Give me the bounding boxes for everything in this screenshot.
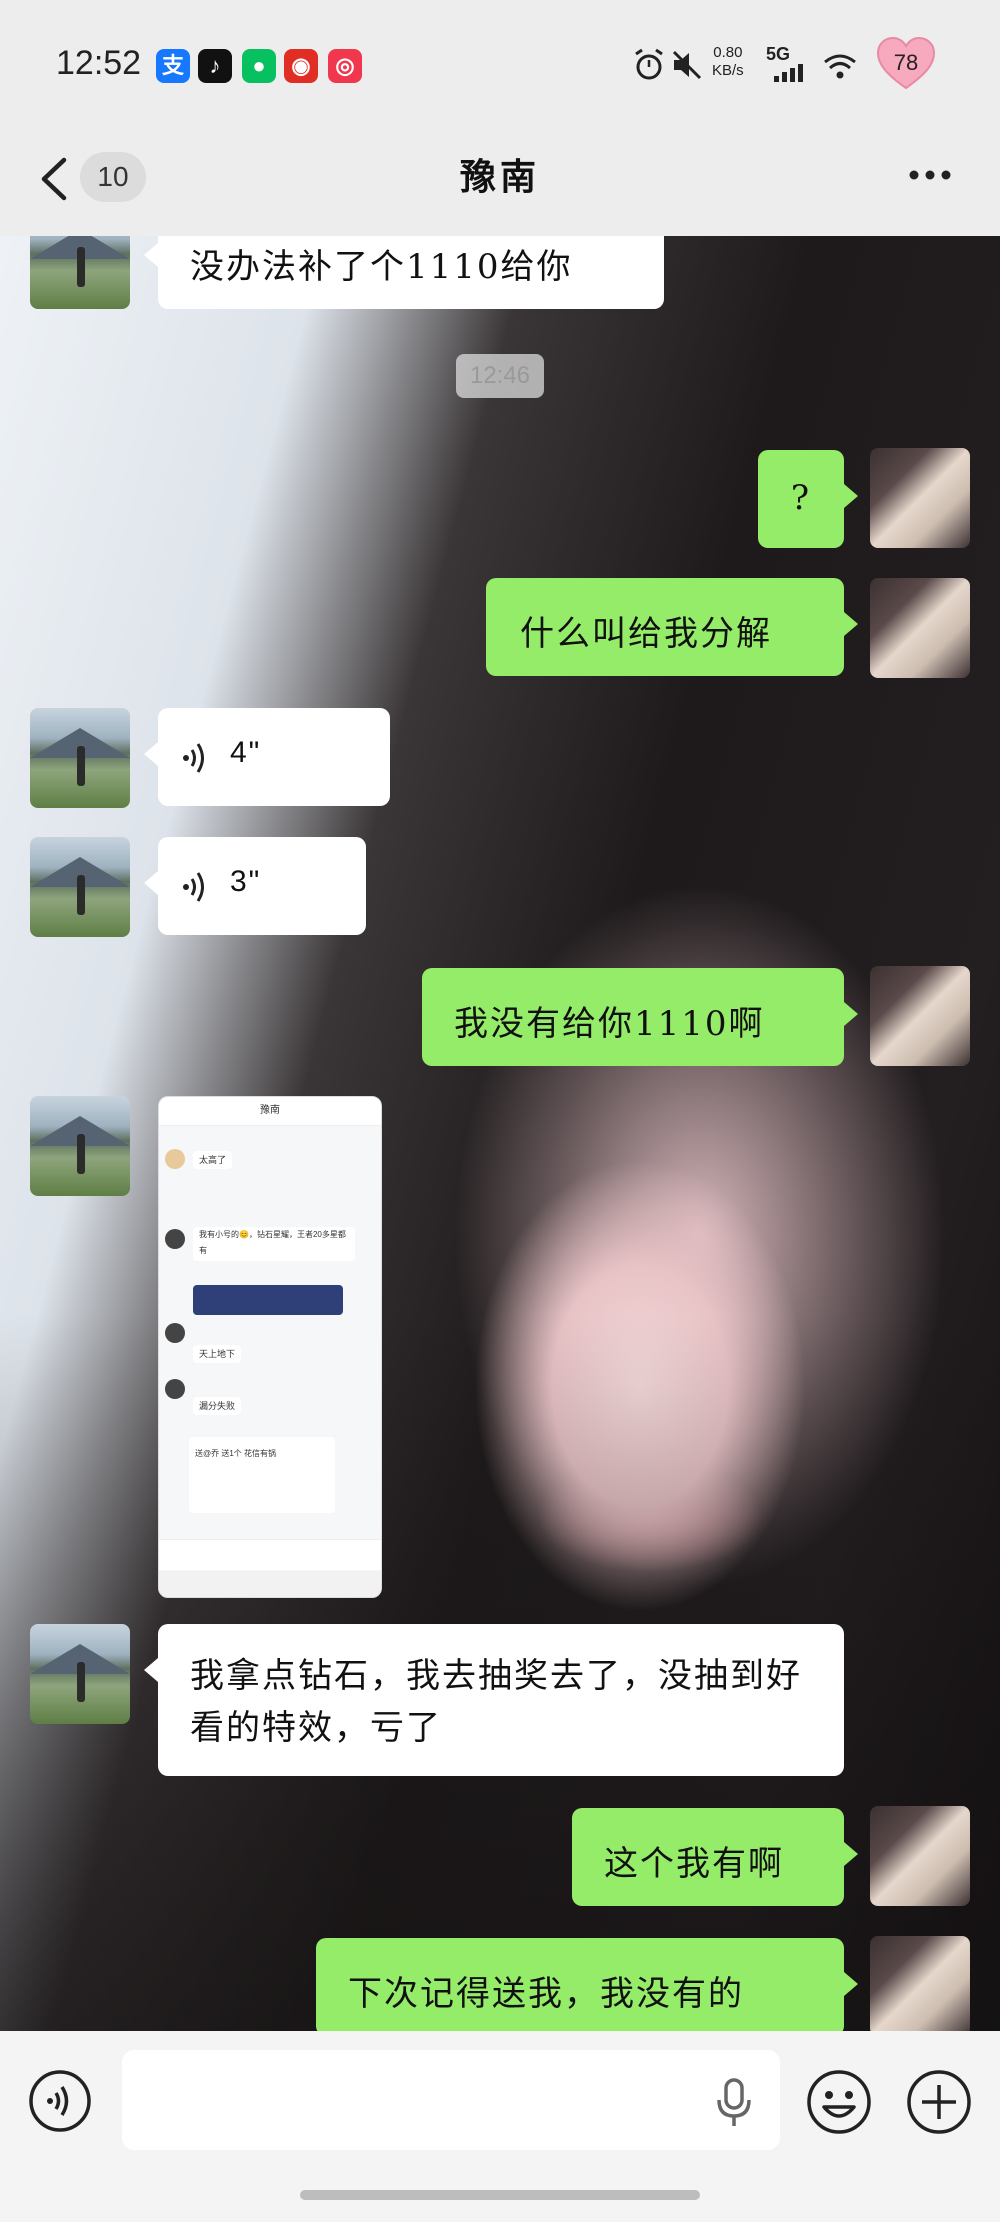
alipay-icon: 支 [156, 49, 190, 83]
microphone-icon[interactable] [714, 2078, 754, 2128]
screenshot-avatar [165, 1323, 185, 1343]
message-text: 下次记得送我，我没有的 [348, 1974, 744, 2014]
emoji-icon[interactable] [806, 2069, 872, 2135]
contact-avatar[interactable] [30, 1096, 130, 1196]
contact-avatar[interactable] [30, 236, 130, 309]
wifi-icon [824, 54, 856, 79]
screenshot-avatar [165, 1229, 185, 1249]
wechat-icon: ● [242, 49, 276, 83]
message-text: 我没有给你1110啊 [454, 1004, 765, 1044]
network-speed-value: 0.80 [713, 44, 743, 61]
pinduoduo-icon: ◉ [284, 49, 318, 83]
message-text: 什么叫给我分解 [520, 614, 772, 654]
signal-bars-icon [774, 64, 803, 82]
message-text: 我拿点钻石，我去抽奖去了，没抽到好看的特效，亏了 [190, 1656, 802, 1748]
battery-level: 78 [893, 50, 919, 75]
contact-avatar[interactable] [30, 708, 130, 808]
message-list[interactable]: 没办法补了个1110给你 12:46 ? 什么叫给我分解 4" 3" 我没有给你… [0, 236, 1000, 2031]
message-bubble-outgoing[interactable]: 这个我有啊 [572, 1808, 858, 1906]
message-bubble-incoming[interactable]: 没办法补了个1110给你 [144, 236, 664, 309]
contact-avatar[interactable] [30, 837, 130, 937]
voice-duration: 4" [230, 736, 262, 769]
voice-duration: 3" [230, 865, 262, 898]
message-timestamp: 12:46 [456, 354, 544, 398]
voice-message[interactable]: 3" [144, 837, 366, 935]
message-bubble-outgoing[interactable]: ? [758, 450, 858, 548]
screenshot-header: 豫南 [159, 1097, 381, 1126]
message-bubble-outgoing[interactable]: 什么叫给我分解 [486, 578, 858, 676]
chat-title: 豫南 [459, 156, 540, 198]
voice-message[interactable]: 4" [144, 708, 390, 806]
message-text: ? [790, 478, 812, 518]
alarm-icon [635, 48, 663, 80]
my-avatar[interactable] [870, 966, 970, 1066]
screenshot-avatar [165, 1379, 185, 1399]
screenshot-gift-card: 送@乔 送1个 花信有锅 [189, 1437, 335, 1513]
message-bubble-incoming[interactable]: 我拿点钻石，我去抽奖去了，没抽到好看的特效，亏了 [144, 1624, 844, 1776]
screenshot-line: 太高了 [193, 1151, 233, 1169]
my-avatar[interactable] [870, 448, 970, 548]
my-avatar[interactable] [870, 1936, 970, 2031]
status-time: 12:52 [56, 44, 142, 82]
screenshot-line: 我有小号的😊，钻石星耀，王者20多星都有 [193, 1227, 355, 1261]
my-avatar[interactable] [870, 578, 970, 678]
image-message-screenshot[interactable]: 豫南 太高了 我有小号的😊，钻石星耀，王者20多星都有 天上地下 漏分失败 送@… [158, 1096, 382, 1598]
voice-wave-icon [183, 743, 204, 773]
screenshot-line: 漏分失败 [193, 1397, 242, 1415]
message-bubble-outgoing[interactable]: 下次记得送我，我没有的 [316, 1938, 858, 2031]
screenshot-game-card [193, 1285, 343, 1315]
message-text: 这个我有啊 [604, 1844, 784, 1884]
add-attachment-icon[interactable] [906, 2069, 972, 2135]
my-avatar[interactable] [870, 1806, 970, 1906]
network-speed-unit: KB/s [712, 62, 744, 79]
message-text: 没办法补了个1110给你 [190, 247, 573, 287]
message-input[interactable] [122, 2050, 780, 2150]
mute-icon [672, 50, 702, 80]
voice-input-toggle-icon[interactable] [28, 2069, 92, 2133]
more-options-icon[interactable] [900, 160, 960, 190]
screenshot-input-bar [159, 1539, 381, 1570]
app-red-icon: ◎ [328, 49, 362, 83]
screenshot-avatar [165, 1149, 185, 1169]
home-indicator[interactable] [300, 2190, 700, 2200]
screenshot-nav-bar [159, 1571, 381, 1597]
tiktok-icon: ♪ [198, 49, 232, 83]
message-bubble-outgoing[interactable]: 我没有给你1110啊 [422, 968, 858, 1066]
voice-wave-icon [183, 872, 204, 902]
screenshot-line: 天上地下 [193, 1345, 242, 1363]
contact-avatar[interactable] [30, 1624, 130, 1724]
network-speed: 0.80 KB/s [712, 44, 744, 80]
